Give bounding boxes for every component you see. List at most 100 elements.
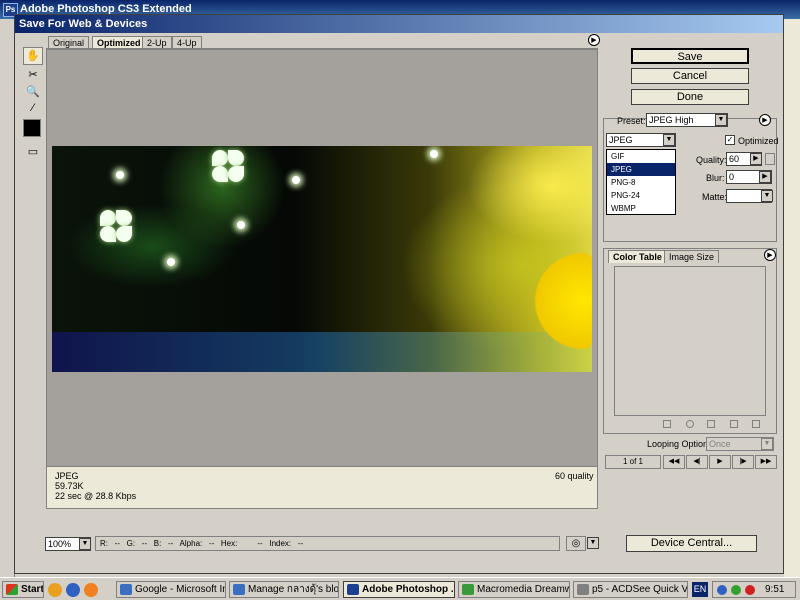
start-button[interactable]: Start: [2, 581, 44, 598]
taskbar-item-google[interactable]: Google - Microsoft In...: [116, 581, 226, 598]
image-light-wave: [52, 332, 592, 372]
format-option-png-24[interactable]: PNG-24: [607, 189, 675, 202]
map-to-transparent-icon[interactable]: [663, 420, 671, 428]
eyedropper-color-swatch[interactable]: [23, 119, 41, 137]
ie-icon: [120, 584, 132, 595]
quicklaunch-icon[interactable]: [84, 583, 98, 597]
acdsee-icon: [577, 584, 589, 595]
image-small-flower: [292, 176, 300, 184]
tray-icon[interactable]: [717, 585, 727, 595]
preview-in-browser-icon[interactable]: ◎: [566, 536, 586, 551]
taskbar-item-acdsee[interactable]: p5 - ACDSee Quick View: [573, 581, 688, 598]
web-shift-icon[interactable]: [686, 420, 694, 428]
image-flower-petal: [212, 166, 228, 182]
clock[interactable]: 9:51: [765, 584, 784, 595]
chevron-down-icon[interactable]: ▼: [79, 538, 91, 550]
cancel-button[interactable]: Cancel: [631, 68, 749, 84]
optimized-image-preview[interactable]: [52, 146, 592, 372]
preview-menu-icon[interactable]: ▶: [588, 34, 600, 46]
image-flower-petal: [228, 150, 244, 166]
language-indicator[interactable]: EN: [692, 582, 708, 597]
chevron-down-icon[interactable]: ▼: [587, 537, 599, 549]
chevron-down-icon[interactable]: ▼: [663, 134, 675, 146]
play-icon[interactable]: ▶: [709, 455, 731, 469]
image-small-flower: [430, 150, 438, 158]
dialog-titlebar: Save For Web & Devices: [15, 15, 783, 33]
preset-label: Preset:: [617, 116, 646, 126]
dreamweaver-icon: [462, 584, 474, 595]
eyedropper-tool-icon[interactable]: ⁄: [23, 99, 43, 117]
color-table-menu-icon[interactable]: ▶: [764, 249, 776, 261]
hand-tool-icon[interactable]: ✋: [23, 47, 43, 65]
photoshop-right-edge: [784, 19, 800, 579]
blur-slider-arrow-icon[interactable]: ▶: [759, 171, 771, 183]
taskbar-item-label: Google - Microsoft In...: [135, 584, 225, 595]
chevron-down-icon[interactable]: ▼: [715, 114, 727, 126]
optimized-label: Optimized: [738, 136, 779, 146]
chevron-down-icon: ▼: [761, 438, 773, 450]
optimize-menu-icon[interactable]: ▶: [759, 114, 771, 126]
tray-icon[interactable]: [731, 585, 741, 595]
info-quality: 60 quality: [555, 471, 594, 481]
image-info-bar: JPEG 59.73K 22 sec @ 28.8 Kbps 60 qualit…: [46, 466, 598, 509]
optimized-checkbox[interactable]: ✓: [725, 135, 735, 145]
format-option-png-8[interactable]: PNG-8: [607, 176, 675, 189]
photoshop-left-edge: [0, 19, 15, 579]
color-table-swatches[interactable]: [614, 266, 766, 416]
start-label: Start: [21, 584, 44, 595]
taskbar-item-label: p5 - ACDSee Quick View: [592, 584, 688, 595]
image-flower-petal: [116, 226, 132, 242]
new-color-icon[interactable]: [730, 420, 738, 428]
format-option-wbmp[interactable]: WBMP: [607, 202, 675, 215]
image-flower-petal: [228, 166, 244, 182]
ie-icon: [233, 584, 245, 595]
format-option-gif[interactable]: GIF: [607, 150, 675, 163]
image-flower-petal: [100, 210, 116, 226]
device-central-button[interactable]: Device Central...: [626, 535, 757, 552]
info-size: 59.73K: [55, 481, 84, 491]
quicklaunch-icon[interactable]: [66, 583, 80, 597]
image-flower-petal: [212, 150, 228, 166]
tab-color-table[interactable]: Color Table: [608, 250, 667, 263]
format-option-jpeg[interactable]: JPEG: [607, 163, 675, 176]
quality-channel-mask-icon[interactable]: [765, 153, 775, 165]
first-frame-icon[interactable]: ◀◀: [663, 455, 685, 469]
dialog-title: Save For Web & Devices: [19, 18, 148, 30]
taskbar-item-label: Macromedia Dreamw...: [477, 584, 570, 595]
tray-icon[interactable]: [745, 585, 755, 595]
taskbar-item-dreamweaver[interactable]: Macromedia Dreamw...: [458, 581, 570, 598]
toggle-slices-icon[interactable]: ▭: [23, 143, 43, 161]
chevron-down-icon[interactable]: ▼: [761, 190, 773, 202]
color-readout: R: -- G: -- B: -- Alpha: -- Hex: -- Inde…: [100, 539, 304, 548]
matte-label: Matte:: [702, 192, 728, 202]
slice-select-tool-icon[interactable]: ✂: [23, 66, 43, 84]
taskbar-item-label: Adobe Photoshop ...: [362, 584, 455, 595]
quality-slider-arrow-icon[interactable]: ▶: [750, 153, 762, 165]
tool-strip: ✋ ✂ 🔍 ⁄ ▭: [21, 47, 43, 159]
previous-frame-icon[interactable]: ◀|: [686, 455, 708, 469]
format-dropdown-list: GIF JPEG PNG-8 PNG-24 WBMP: [606, 149, 676, 215]
lock-color-icon[interactable]: [707, 420, 715, 428]
photoshop-icon: [347, 584, 359, 595]
color-readout-bar: R: -- G: -- B: -- Alpha: -- Hex: -- Inde…: [95, 536, 560, 551]
system-tray: 9:51: [712, 581, 796, 598]
last-frame-icon[interactable]: ▶▶: [755, 455, 777, 469]
image-flower-petal: [100, 226, 116, 242]
next-frame-icon[interactable]: |▶: [732, 455, 754, 469]
image-small-flower: [167, 258, 175, 266]
taskbar-item-label: Manage กลางดุ้'s blog...: [248, 584, 339, 595]
save-button[interactable]: Save: [631, 48, 749, 64]
quality-label: Quality:: [696, 155, 727, 165]
tab-image-size[interactable]: Image Size: [664, 250, 720, 263]
windows-logo-icon: [6, 584, 18, 595]
frame-counter: 1 of 1: [605, 455, 661, 469]
done-button[interactable]: Done: [631, 89, 749, 105]
info-format: JPEG: [55, 471, 79, 481]
trash-icon[interactable]: [752, 420, 760, 428]
quicklaunch-icon[interactable]: [48, 583, 62, 597]
looping-options-label: Looping Options:: [647, 439, 716, 449]
image-small-flower: [237, 221, 245, 229]
taskbar-item-blog[interactable]: Manage กลางดุ้'s blog...: [229, 581, 339, 598]
taskbar-item-photoshop[interactable]: Adobe Photoshop ...: [343, 581, 455, 598]
windows-taskbar: Start Google - Microsoft In... Manage กล…: [0, 577, 800, 600]
